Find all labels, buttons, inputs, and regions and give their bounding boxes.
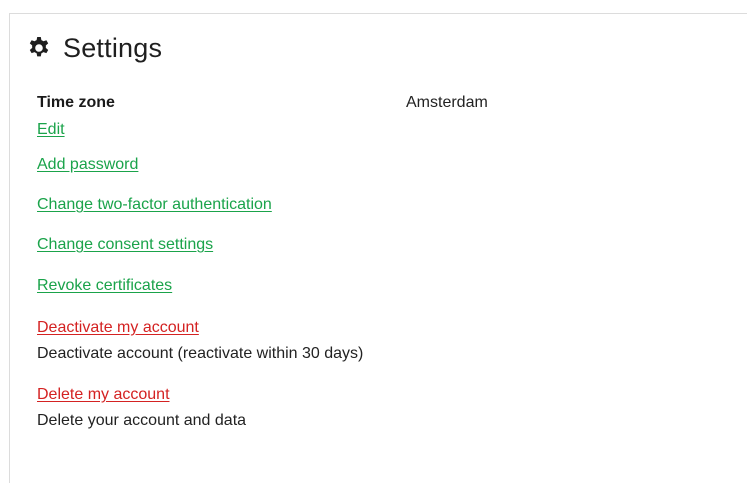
change-two-factor-link[interactable]: Change two-factor authentication xyxy=(37,195,272,215)
delete-account-link[interactable]: Delete my account xyxy=(37,385,170,405)
settings-header: Settings xyxy=(27,30,162,66)
edit-time-zone-link[interactable]: Edit xyxy=(37,120,65,140)
deactivate-account-link[interactable]: Deactivate my account xyxy=(37,318,199,338)
change-consent-link[interactable]: Change consent settings xyxy=(37,235,213,255)
page-title: Settings xyxy=(63,32,163,63)
gear-icon xyxy=(29,37,49,57)
deactivate-account-description: Deactivate account (reactivate within 30… xyxy=(37,345,364,362)
delete-account-description: Delete your account and data xyxy=(37,412,247,429)
add-password-link[interactable]: Add password xyxy=(37,155,138,175)
time-zone-value: Amsterdam xyxy=(406,94,488,111)
time-zone-label: Time zone xyxy=(37,94,115,111)
revoke-certificates-link[interactable]: Revoke certificates xyxy=(37,276,172,296)
